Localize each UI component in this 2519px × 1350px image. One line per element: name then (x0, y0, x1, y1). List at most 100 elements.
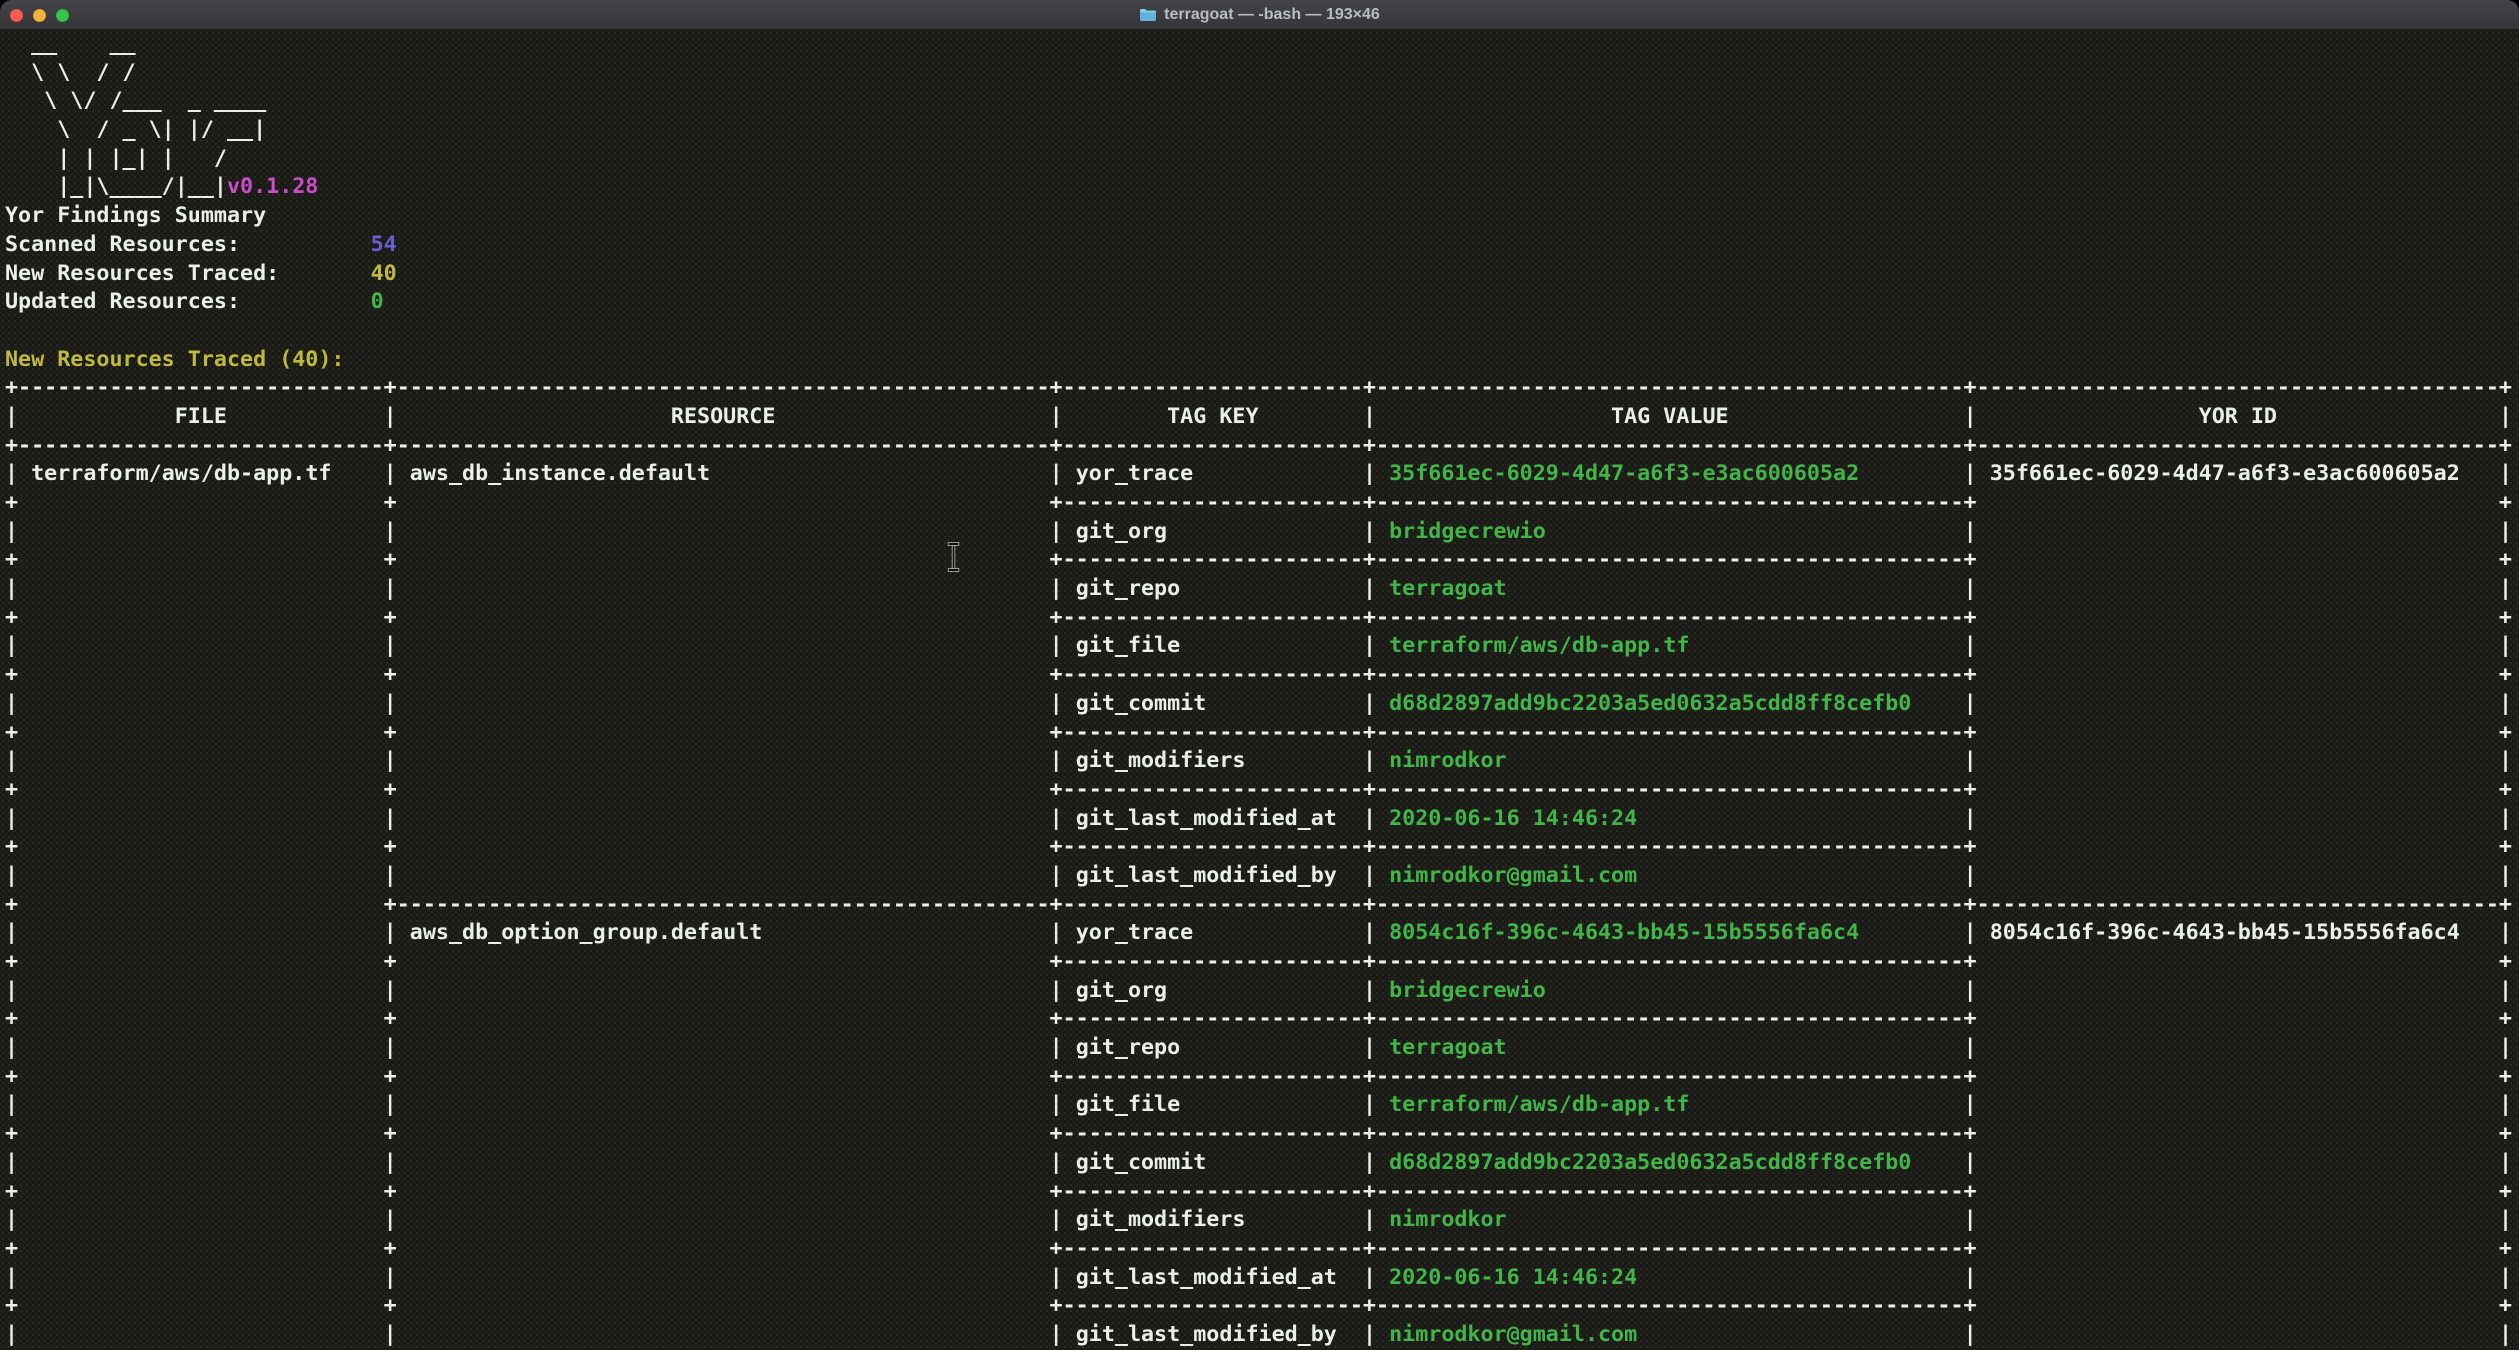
yor-id-cell (1977, 863, 2499, 888)
logo-text: | | |_| | / (5, 146, 227, 171)
resource-cell (397, 1207, 1050, 1232)
file-cell (18, 633, 384, 658)
window-title-text: terragoat — -bash — 193×46 (1164, 6, 1380, 24)
yor-id-cell (1977, 1150, 2499, 1175)
table-border: | (5, 806, 18, 831)
summary-title: Yor Findings Summary (5, 203, 266, 228)
table-border: | (1050, 404, 1063, 429)
table-border: | (2499, 1035, 2512, 1060)
titlebar[interactable]: terragoat — -bash — 193×46 (0, 0, 2519, 30)
table-border: | (5, 1265, 18, 1290)
table-border: | (2499, 1150, 2512, 1175)
terminal-line-17: | | | git_org | bridgecrewio | | (5, 518, 2519, 547)
logo-text: \ / _ \| |/ __| (5, 117, 266, 142)
tag-value-cell: nimrodkor@gmail.com (1376, 863, 1964, 888)
tag-key-cell: git_commit (1063, 1150, 1363, 1175)
terminal-line-9: Updated Resources: 0 (5, 288, 2519, 317)
yor-id-cell (1977, 633, 2499, 658)
terminal-line-14: +----------------------------+----------… (5, 432, 2519, 461)
table-divider: + + +-----------------------+-----------… (5, 490, 2512, 515)
file-cell (18, 1150, 384, 1175)
table-border: | (2499, 806, 2512, 831)
table-border: | (5, 1150, 18, 1175)
file-cell (18, 748, 384, 773)
table-border: | (2499, 978, 2512, 1003)
terminal-line-45: | | | git_last_modified_by | nimrodkor@g… (5, 1321, 2519, 1350)
table-border: | (1363, 1322, 1376, 1347)
table-border: | (2499, 863, 2512, 888)
terminal-line-3: \ / _ \| |/ __| (5, 116, 2519, 145)
summary-label: New Resources Traced: (5, 261, 371, 286)
terminal-line-16: + + +-----------------------+-----------… (5, 489, 2519, 518)
resource-cell (397, 1092, 1050, 1117)
table-border: | (5, 576, 18, 601)
table-border: | (1964, 748, 1977, 773)
terminal-line-31: | | aws_db_option_group.default | yor_tr… (5, 919, 2519, 948)
file-cell (18, 1092, 384, 1117)
terminal-line-24: + + +-----------------------+-----------… (5, 719, 2519, 748)
resource-cell (397, 863, 1050, 888)
terminal-line-20: + + +-----------------------+-----------… (5, 604, 2519, 633)
resource-cell: aws_db_instance.default (397, 461, 1050, 486)
terminal-line-18: + + +-----------------------+-----------… (5, 546, 2519, 575)
terminal-line-11: New Resources Traced (40): (5, 346, 2519, 375)
table-divider: + + +-----------------------+-----------… (5, 834, 2512, 859)
zoom-button[interactable] (56, 9, 69, 22)
resource-cell (397, 519, 1050, 544)
tag-key-cell: git_last_modified_at (1063, 806, 1363, 831)
terminal-line-12: +----------------------------+----------… (5, 374, 2519, 403)
yor-id-cell (1977, 1207, 2499, 1232)
resource-cell (397, 633, 1050, 658)
table-border: | (5, 1092, 18, 1117)
terminal-line-2: \ \/ /___ _ ____ (5, 87, 2519, 116)
terminal-line-21: | | | git_file | terraform/aws/db-app.tf… (5, 632, 2519, 661)
table-divider: + + +-----------------------+-----------… (5, 605, 2512, 630)
table-divider: +----------------------------+----------… (5, 433, 2512, 458)
table-border: | (5, 461, 18, 486)
table-border: | (2499, 920, 2512, 945)
yor-id-cell (1977, 1265, 2499, 1290)
table-border: | (1363, 576, 1376, 601)
minimize-button[interactable] (33, 9, 46, 22)
table-border: | (1964, 920, 1977, 945)
table-border: | (1363, 519, 1376, 544)
terminal-line-10 (5, 317, 2519, 346)
table-border: | (1363, 633, 1376, 658)
tag-key-cell: yor_trace (1063, 461, 1363, 486)
table-border: | (1363, 863, 1376, 888)
terminal-line-30: + +-------------------------------------… (5, 891, 2519, 920)
table-border: | (1964, 978, 1977, 1003)
file-cell (18, 1035, 384, 1060)
table-border: | (5, 519, 18, 544)
terminal-line-26: + + +-----------------------+-----------… (5, 776, 2519, 805)
yor-id-cell (1977, 748, 2499, 773)
folder-icon (1139, 8, 1157, 22)
resource-cell (397, 691, 1050, 716)
terminal-line-41: | | | git_modifiers | nimrodkor | | (5, 1206, 2519, 1235)
traffic-lights (10, 0, 69, 30)
yor-id-cell (1977, 576, 2499, 601)
terminal-line-36: + + +-----------------------+-----------… (5, 1063, 2519, 1092)
yor-id-cell (1977, 806, 2499, 831)
terminal-line-6: Yor Findings Summary (5, 202, 2519, 231)
table-border: | (2499, 1092, 2512, 1117)
table-border: | (5, 863, 18, 888)
tag-value-cell: nimrodkor (1376, 748, 1964, 773)
table-divider: + + +-----------------------+-----------… (5, 1064, 2512, 1089)
terminal-output[interactable]: __ __ \ \ / / \ \/ /___ _ ____ \ / _ \| … (0, 30, 2519, 1350)
logo-text: \ \ / / (5, 60, 136, 85)
version-text: v0.1.28 (227, 174, 318, 199)
terminal-line-35: | | | git_repo | terragoat | | (5, 1034, 2519, 1063)
file-cell (18, 863, 384, 888)
tag-key-cell: git_modifiers (1063, 1207, 1363, 1232)
table-border: | (1050, 1207, 1063, 1232)
file-cell (18, 806, 384, 831)
file-cell (18, 978, 384, 1003)
close-button[interactable] (10, 9, 23, 22)
terminal-line-5: |_|\____/|__|v0.1.28 (5, 173, 2519, 202)
terminal-line-8: New Resources Traced: 40 (5, 260, 2519, 289)
file-cell (18, 1265, 384, 1290)
terminal-line-7: Scanned Resources: 54 (5, 231, 2519, 260)
table-border: | (1964, 1092, 1977, 1117)
yor-id-cell (1977, 978, 2499, 1003)
